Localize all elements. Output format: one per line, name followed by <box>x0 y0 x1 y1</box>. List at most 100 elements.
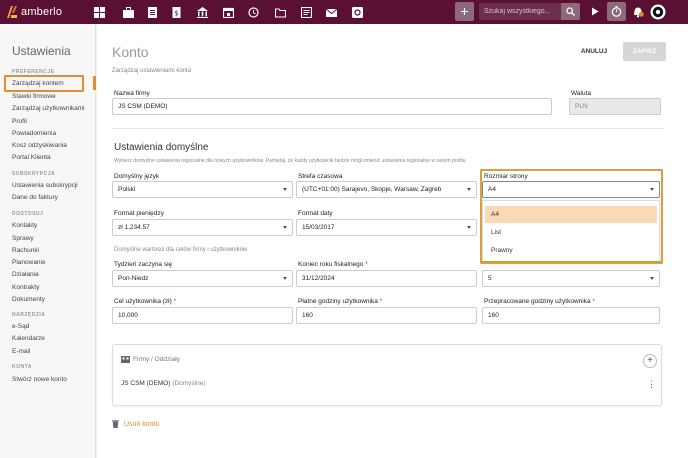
firm-default-badge: (Domyślne) <box>172 380 206 387</box>
search-input[interactable] <box>479 3 561 20</box>
mail-icon[interactable] <box>324 5 338 19</box>
fiscal-year-end-label-text: Koniec roku fiskalnego <box>298 261 364 268</box>
stopwatch-button[interactable] <box>607 2 626 21</box>
amberlo-logo-icon <box>7 6 17 18</box>
required-mark: * <box>173 298 177 305</box>
worked-hours-field[interactable]: 160 <box>482 307 660 324</box>
sidebar-item-contracts[interactable]: Kontrakty <box>12 284 39 291</box>
document-icon[interactable] <box>145 5 159 19</box>
fiscal-year-end-field[interactable]: 31/12/2024 <box>296 270 477 287</box>
timezone-select[interactable]: (UTC+01:00) Sarajevo, Skopje, Warsaw, Za… <box>296 181 477 198</box>
page-subtitle: Zarządzaj ustawieniami konta <box>112 68 192 74</box>
save-button[interactable]: ZAPISZ <box>623 42 666 61</box>
date-format-select[interactable]: 15/03/2017 <box>296 219 477 236</box>
user-avatar[interactable] <box>648 2 667 21</box>
sidebar-section-subscription: SUBSKRYPCJA <box>12 171 56 177</box>
briefcase-icon[interactable] <box>121 5 135 19</box>
workdays-select[interactable]: 5 <box>482 270 660 287</box>
chevron-down-icon <box>283 226 287 229</box>
sidebar-item-bills[interactable]: Rachunki <box>12 247 39 254</box>
top-bar: amberlo $ + <box>0 0 688 24</box>
sidebar-item-client-portal[interactable]: Portal Klienta <box>12 154 51 161</box>
search-button[interactable] <box>561 3 580 20</box>
chevron-down-icon <box>283 277 287 280</box>
sidebar-item-manage-users[interactable]: Zarządzaj użytkownikami <box>12 105 85 112</box>
calendar-icon[interactable] <box>221 5 235 19</box>
money-format-label: Format pieniędzy <box>114 210 164 217</box>
sidebar-item-recycle-bin[interactable]: Kosz odzyskiwania <box>12 142 67 149</box>
required-mark: * <box>379 298 383 305</box>
week-start-select[interactable]: Pon-Niedz <box>112 270 293 287</box>
sidebar-item-e-court[interactable]: e-Sąd <box>12 323 29 330</box>
main-content: Konto Zarządzaj ustawieniami konta ANULU… <box>97 24 688 458</box>
sidebar-section-tools: NARZĘDZIA <box>12 312 46 318</box>
sidebar-item-firm-rates[interactable]: Stawki firmowe <box>12 93 56 100</box>
billable-hours-field[interactable]: 160 <box>296 307 477 324</box>
defaults-section-description: Wybierz domyślne ustawienia regionalne d… <box>114 158 466 164</box>
user-goal-label-text: Cel użytkownika (zł) <box>114 298 172 305</box>
sidebar-item-create-account[interactable]: Stwórz nowe konto <box>12 376 67 383</box>
firm-defaults-description: Domyślne wartości dla celów firmy i użyt… <box>114 247 248 253</box>
chevron-down-icon <box>467 188 471 191</box>
global-search <box>479 3 580 20</box>
avatar-icon <box>650 4 665 19</box>
sidebar-item-notifications[interactable]: Powiadomienia <box>12 130 56 137</box>
sidebar-section-customize: DOSTOSUJ <box>12 211 44 217</box>
docs-icon[interactable] <box>299 5 313 19</box>
billable-hours-label-text: Płatne godziny użytkownika <box>298 298 378 305</box>
money-format-select[interactable]: zł 1,234.57 <box>112 219 293 236</box>
company-name-field[interactable]: JS CSM (DEMO) <box>112 98 552 115</box>
language-label: Domyślny język <box>114 173 160 180</box>
language-select[interactable]: Polski <box>112 181 293 198</box>
sidebar-item-email[interactable]: E-mail <box>12 348 30 355</box>
sidebar-item-calendars[interactable]: Kalendarze <box>12 335 45 342</box>
play-timer-button[interactable] <box>585 2 604 21</box>
notifications-button[interactable] <box>628 2 647 21</box>
billable-hours-label: Płatne godziny użytkownika * <box>298 298 382 305</box>
required-mark: * <box>592 298 595 305</box>
firm-row[interactable]: JS CSM (DEMO) (Domyślne) <box>121 380 206 387</box>
chevron-down-icon <box>283 188 287 191</box>
sidebar-item-contacts[interactable]: Kontakty <box>12 222 37 229</box>
sidebar-item-activities[interactable]: Działania <box>12 271 39 278</box>
language-value: Polski <box>118 186 136 193</box>
history-icon[interactable] <box>246 5 260 19</box>
firm-menu-icon[interactable]: ⋮ <box>647 379 656 390</box>
sidebar-section-accounts: KONTA <box>12 364 32 370</box>
firms-card-title: Firmy / Oddziały <box>133 356 180 363</box>
money-format-value: zł 1,234.57 <box>118 224 150 231</box>
sidebar-item-profile[interactable]: Profil <box>12 118 27 125</box>
workdays-value: 5 <box>488 275 492 282</box>
user-goal-field[interactable]: 10,000 <box>112 307 293 324</box>
settings-sidebar: Ustawienia PREFERENCJE Zarządzaj kontem … <box>0 24 96 458</box>
building-icon <box>121 356 130 363</box>
dashboard-icon[interactable] <box>92 5 106 19</box>
folder-icon[interactable] <box>273 5 287 19</box>
bell-icon <box>633 7 644 17</box>
trash-icon <box>112 420 119 428</box>
sidebar-item-matters[interactable]: Sprawy <box>12 235 34 242</box>
date-format-label: Format daty <box>298 210 333 217</box>
week-start-value: Pon-Niedz <box>118 275 149 282</box>
app-logo[interactable]: amberlo <box>6 4 62 20</box>
page-title: Konto <box>112 44 149 60</box>
timezone-label: Strefa czasowa <box>298 173 343 180</box>
stopwatch-icon <box>611 6 622 17</box>
play-icon <box>591 7 598 16</box>
invoice-icon[interactable]: $ <box>169 5 183 19</box>
divider <box>112 128 663 129</box>
sidebar-item-planning[interactable]: Planowanie <box>12 259 46 266</box>
gear-icon[interactable] <box>350 5 364 19</box>
add-firm-button[interactable]: + <box>643 354 657 368</box>
fiscal-year-end-label: Koniec roku fiskalnego * <box>298 261 368 268</box>
sidebar-item-subscription-settings[interactable]: Ustawienia subskrypcji <box>12 182 78 189</box>
sidebar-item-documents[interactable]: Dokumenty <box>12 296 45 303</box>
sidebar-item-invoice-details[interactable]: Dane do faktury <box>12 194 58 201</box>
chevron-down-icon <box>467 226 471 229</box>
delete-account-link[interactable]: Usuń konto <box>112 420 159 428</box>
delete-account-label: Usuń konto <box>124 420 160 428</box>
bank-icon[interactable] <box>195 5 209 19</box>
cancel-button[interactable]: ANULUJ <box>576 43 612 60</box>
company-name-label: Nazwa firmy <box>114 90 150 97</box>
quick-add-button[interactable]: + <box>455 2 474 21</box>
